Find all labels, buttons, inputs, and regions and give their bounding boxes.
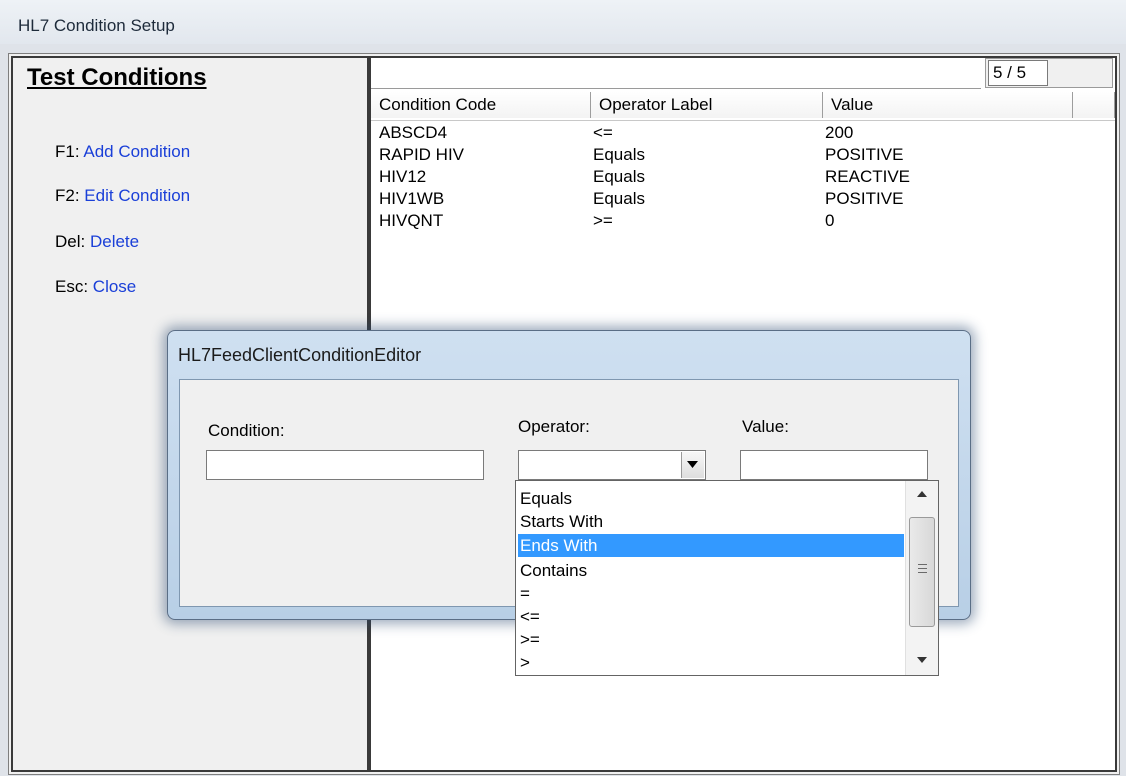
shortcut-key: F1: bbox=[55, 142, 80, 161]
cell-condition-code: ABSCD4 bbox=[379, 123, 448, 142]
record-counter: 5 / 5 bbox=[985, 58, 1113, 88]
scroll-up-button[interactable] bbox=[906, 481, 938, 509]
panel-heading: Test Conditions bbox=[27, 64, 207, 91]
thumb-grip bbox=[918, 564, 927, 565]
condition-label: Condition: bbox=[208, 421, 285, 440]
dropdown-option-greater-equal[interactable]: >= bbox=[518, 628, 904, 651]
condition-input[interactable] bbox=[206, 450, 484, 480]
thumb-grip bbox=[918, 568, 927, 569]
operator-label: Operator: bbox=[518, 417, 590, 436]
shortcut-delete[interactable]: Del: Delete bbox=[55, 232, 139, 252]
operator-dropdown-button[interactable] bbox=[681, 452, 704, 478]
cell-condition-code: HIV12 bbox=[379, 167, 427, 186]
delete-link[interactable]: Delete bbox=[90, 232, 139, 251]
cell-operator: Equals bbox=[593, 167, 645, 186]
value-input[interactable] bbox=[740, 450, 928, 480]
shortcut-key: Esc: bbox=[55, 277, 89, 296]
add-condition-link[interactable]: Add Condition bbox=[83, 142, 190, 161]
dropdown-option-equal-sign[interactable]: = bbox=[518, 582, 904, 605]
thumb-grip bbox=[918, 572, 927, 573]
shortcut-close[interactable]: Esc: Close bbox=[55, 277, 136, 297]
close-link[interactable]: Close bbox=[93, 277, 136, 296]
shortcut-edit-condition[interactable]: F2: Edit Condition bbox=[55, 186, 190, 206]
dropdown-option-ends-with[interactable]: Ends With bbox=[518, 534, 904, 557]
dropdown-option-greater[interactable]: > bbox=[518, 651, 904, 674]
shortcut-key: F2: bbox=[55, 186, 80, 205]
window-titlebar: HL7 Condition Setup bbox=[0, 0, 1126, 44]
cell-value: POSITIVE bbox=[825, 189, 904, 208]
cell-value: POSITIVE bbox=[825, 145, 904, 164]
cell-condition-code: HIV1WB bbox=[379, 189, 445, 208]
dropdown-option-equals[interactable]: Equals bbox=[518, 487, 904, 510]
cell-condition-code: HIVQNT bbox=[379, 211, 444, 230]
edit-condition-link[interactable]: Edit Condition bbox=[84, 186, 190, 205]
column-header-condition-code[interactable]: Condition Code bbox=[371, 92, 591, 118]
grid-header: Condition Code Operator Label Value bbox=[371, 92, 1115, 121]
cell-operator: Equals bbox=[593, 145, 645, 164]
cell-operator: Equals bbox=[593, 189, 645, 208]
scroll-down-button[interactable] bbox=[906, 647, 938, 675]
column-header-operator-label[interactable]: Operator Label bbox=[591, 92, 823, 118]
dropdown-option-contains[interactable]: Contains bbox=[518, 559, 904, 582]
cell-operator: >= bbox=[593, 211, 613, 230]
record-counter-value: 5 / 5 bbox=[988, 60, 1048, 86]
value-label: Value: bbox=[742, 417, 789, 436]
operator-select[interactable] bbox=[518, 450, 706, 480]
cell-condition-code: RAPID HIV bbox=[379, 145, 465, 164]
dialog-title: HL7FeedClientConditionEditor bbox=[178, 345, 422, 365]
dropdown-option-starts-with[interactable]: Starts With bbox=[518, 510, 904, 533]
shortcut-key: Del: bbox=[55, 232, 86, 251]
scrollbar-thumb[interactable] bbox=[909, 517, 935, 627]
shortcut-add-condition[interactable]: F1: Add Condition bbox=[55, 142, 190, 162]
window-title: HL7 Condition Setup bbox=[18, 16, 175, 35]
column-header-filler bbox=[1073, 92, 1115, 118]
cell-value: 0 bbox=[825, 211, 835, 230]
cell-value: REACTIVE bbox=[825, 167, 911, 186]
column-header-value[interactable]: Value bbox=[823, 92, 1073, 118]
operator-dropdown-list[interactable]: Equals Starts With Ends With Contains = … bbox=[515, 480, 939, 676]
cell-value: 200 bbox=[825, 123, 854, 142]
cell-operator: <= bbox=[593, 123, 613, 142]
dropdown-option-less-equal[interactable]: <= bbox=[518, 605, 904, 628]
filter-input[interactable] bbox=[371, 58, 981, 89]
dropdown-scrollbar[interactable] bbox=[905, 481, 938, 675]
